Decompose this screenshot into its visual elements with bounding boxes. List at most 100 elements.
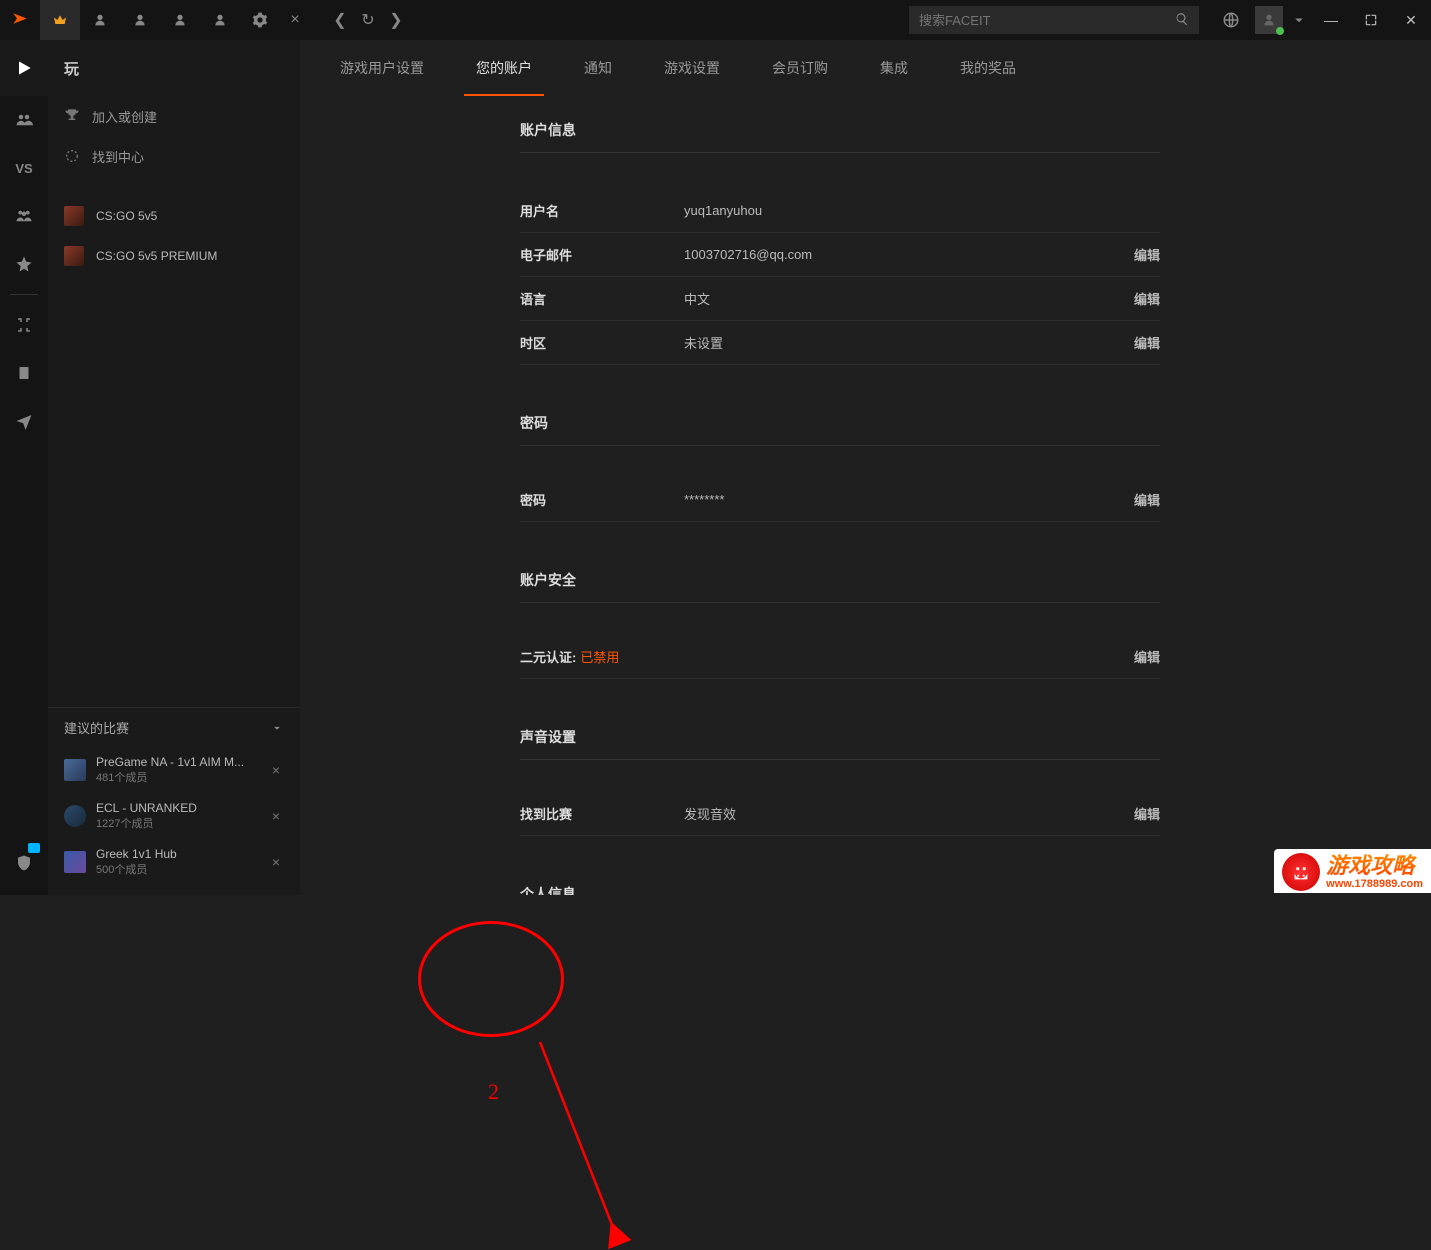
tab-user-3[interactable] — [160, 0, 200, 40]
suggest-thumb — [64, 759, 86, 781]
window-maximize[interactable] — [1351, 0, 1391, 40]
game-label: CS:GO 5v5 — [96, 209, 157, 223]
tab-game-user-settings[interactable]: 游戏用户设置 — [316, 40, 448, 96]
nav-refresh[interactable]: ↻ — [358, 10, 378, 30]
suggest-text: PreGame NA - 1v1 AIM M... 481个成员 — [96, 755, 258, 785]
rail-bottom — [0, 839, 48, 887]
suggest-item[interactable]: ECL - UNRANKED 1227个成员 × — [48, 793, 300, 839]
tab-your-account[interactable]: 您的账户 — [452, 40, 556, 96]
row-value: 1003702716@qq.com — [684, 247, 1134, 262]
edit-button[interactable]: 编辑 — [1134, 647, 1160, 666]
rail-clipboard[interactable] — [0, 349, 48, 397]
rail-send[interactable] — [0, 397, 48, 445]
tab-game-settings[interactable]: 游戏设置 — [640, 40, 744, 96]
row-password: 密码 ******** 编辑 — [520, 478, 1160, 522]
suggest-head-label: 建议的比赛 — [64, 718, 129, 737]
twofa-status: 已禁用 — [580, 647, 619, 666]
nav-arrows: ❮ ↻ ❯ — [330, 10, 406, 30]
row-find-match: 找到比赛 发现音效 编辑 — [520, 792, 1160, 836]
sidebar-item-join-create[interactable]: 加入或创建 — [48, 96, 300, 136]
sidebar-item-label: 找到中心 — [92, 147, 144, 166]
titlebar-left: × ❮ ↻ ❯ — [0, 0, 406, 40]
titlebar: × ❮ ↻ ❯ — ✕ — [0, 0, 1431, 40]
chevron-down-icon — [270, 721, 284, 735]
watermark-text: 游戏攻略 www.1788989.com — [1326, 854, 1423, 890]
game-icon — [64, 246, 84, 266]
window-minimize[interactable]: — — [1311, 0, 1351, 40]
watermark: 游戏攻略 www.1788989.com — [1274, 849, 1431, 893]
tab-notifications[interactable]: 通知 — [560, 40, 636, 96]
edit-button[interactable]: 编辑 — [1134, 289, 1160, 308]
rail-party[interactable] — [0, 96, 48, 144]
row-label: 时区 — [520, 333, 684, 352]
suggest-item[interactable]: PreGame NA - 1v1 AIM M... 481个成员 × — [48, 747, 300, 793]
suggest-sub: 500个成员 — [96, 861, 258, 877]
sidebar-item-label: 加入或创建 — [92, 107, 157, 126]
row-value: ******** — [684, 492, 1134, 507]
row-value: 中文 — [684, 289, 1134, 308]
nav-forward[interactable]: ❯ — [386, 10, 406, 30]
tab-my-prizes[interactable]: 我的奖品 — [936, 40, 1040, 96]
sidebar-item-find-hub[interactable]: 找到中心 — [48, 136, 300, 176]
row-label: 找到比赛 — [520, 804, 684, 823]
edit-button[interactable]: 编辑 — [1134, 804, 1160, 823]
nav-back[interactable]: ❮ — [330, 10, 350, 30]
annotation-number: 2 — [488, 1079, 499, 1105]
tab-close[interactable]: × — [280, 11, 310, 29]
row-timezone: 时区 未设置 编辑 — [520, 321, 1160, 365]
rail-divider — [10, 294, 38, 295]
window-close[interactable]: ✕ — [1391, 0, 1431, 40]
suggest-thumb — [64, 851, 86, 873]
title-tabs — [40, 0, 280, 40]
edit-button[interactable]: 编辑 — [1134, 490, 1160, 509]
tab-subscription[interactable]: 会员订购 — [748, 40, 852, 96]
row-value: yuq1anyuhou — [684, 203, 1160, 218]
suggest-dismiss[interactable]: × — [268, 762, 284, 778]
user-avatar[interactable] — [1255, 6, 1283, 34]
rail-star[interactable] — [0, 240, 48, 288]
game-label: CS:GO 5v5 PREMIUM — [96, 249, 217, 263]
search-icon[interactable] — [1175, 12, 1189, 29]
suggest-item[interactable]: Greek 1v1 Hub 500个成员 × — [48, 839, 300, 885]
edit-button[interactable]: 编辑 — [1134, 333, 1160, 352]
rail-team[interactable] — [0, 192, 48, 240]
sidebar-game-csgo5v5-premium[interactable]: CS:GO 5v5 PREMIUM — [48, 236, 300, 276]
app-logo[interactable] — [0, 0, 40, 40]
globe-icon[interactable] — [1211, 0, 1251, 40]
suggest-title: ECL - UNRANKED — [96, 801, 258, 815]
watermark-icon — [1282, 853, 1320, 891]
section-personal: 个人信息 — [520, 860, 1160, 895]
tab-user-1[interactable] — [80, 0, 120, 40]
section-account-info: 账户信息 — [520, 96, 1160, 153]
main: VS 玩 加入或创建 找到中心 CS:GO 5v5 — [0, 40, 1431, 895]
watermark-title: 游戏攻略 — [1326, 854, 1423, 878]
section-security: 账户安全 — [520, 546, 1160, 603]
tab-user-4[interactable] — [200, 0, 240, 40]
suggest-title: Greek 1v1 Hub — [96, 847, 258, 861]
rail-play[interactable] — [0, 40, 48, 96]
search-input[interactable] — [919, 13, 1175, 28]
suggest-dismiss[interactable]: × — [268, 854, 284, 870]
row-label: 二元认证: 已禁用 — [520, 647, 684, 666]
suggest-dismiss[interactable]: × — [268, 808, 284, 824]
tab-crown[interactable] — [40, 0, 80, 40]
user-menu-chevron[interactable] — [1287, 0, 1311, 40]
search-box[interactable] — [909, 6, 1199, 34]
suggest-sub: 481个成员 — [96, 769, 258, 785]
tab-settings[interactable] — [240, 0, 280, 40]
tab-integrations[interactable]: 集成 — [856, 40, 932, 96]
suggest-title: PreGame NA - 1v1 AIM M... — [96, 755, 258, 769]
edit-button[interactable]: 编辑 — [1134, 245, 1160, 264]
rail-crosshair[interactable] — [0, 301, 48, 349]
row-username: 用户名 yuq1anyuhou — [520, 189, 1160, 233]
suggest-text: Greek 1v1 Hub 500个成员 — [96, 847, 258, 877]
annotation-circle — [418, 921, 564, 1037]
suggest-head[interactable]: 建议的比赛 — [48, 707, 300, 747]
rail-shield[interactable] — [0, 839, 48, 887]
trophy-icon — [64, 108, 80, 124]
tab-user-2[interactable] — [120, 0, 160, 40]
settings-tabs: 游戏用户设置 您的账户 通知 游戏设置 会员订购 集成 我的奖品 — [300, 40, 1431, 96]
sidebar-game-csgo5v5[interactable]: CS:GO 5v5 — [48, 196, 300, 236]
rail-vs[interactable]: VS — [0, 144, 48, 192]
suggest-sub: 1227个成员 — [96, 815, 258, 831]
